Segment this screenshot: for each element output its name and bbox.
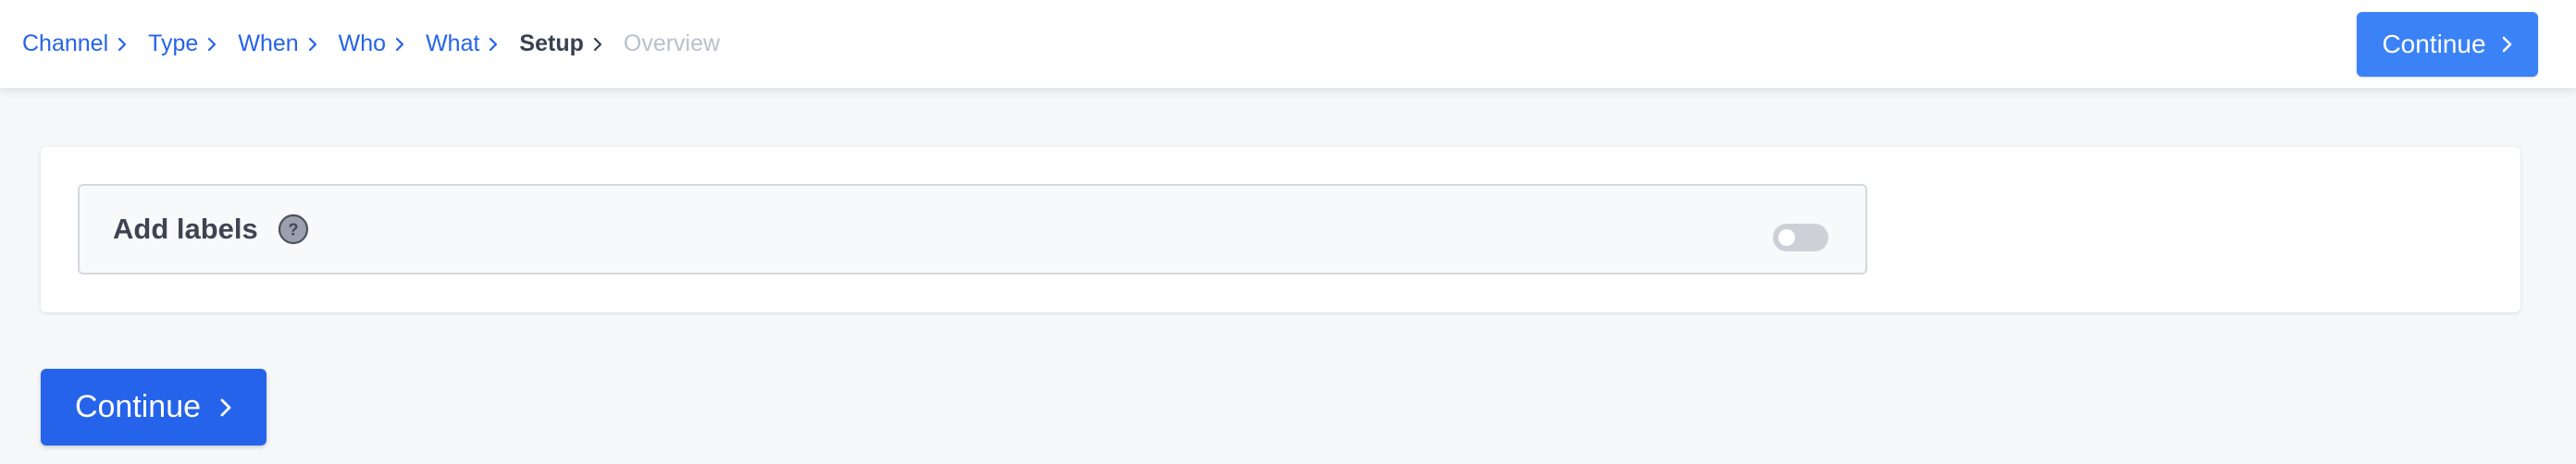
chevron-right-icon [592, 37, 603, 52]
chevron-right-icon [307, 37, 318, 52]
breadcrumb-item-channel[interactable]: Channel [22, 31, 128, 57]
breadcrumb-item-when[interactable]: When [238, 31, 317, 57]
button-label: Continue [2382, 30, 2486, 58]
continue-button[interactable]: Continue [41, 369, 266, 446]
breadcrumb-label: Overview [623, 31, 721, 56]
chevron-right-icon [2501, 36, 2513, 53]
breadcrumb-label: Type [148, 31, 199, 56]
chevron-right-icon [117, 37, 128, 52]
breadcrumb-item-setup: Setup [519, 31, 602, 57]
svg-text:?: ? [288, 221, 298, 239]
breadcrumb: Channel Type When Who What Setup Overvie… [22, 31, 740, 57]
breadcrumb-label: Setup [519, 31, 584, 56]
breadcrumb-label: Who [338, 31, 387, 56]
add-labels-setting: Add labels ? [78, 184, 1867, 275]
breadcrumb-label: Channel [22, 31, 109, 56]
toggle-knob [1778, 229, 1795, 246]
button-label: Continue [74, 389, 202, 424]
add-labels-toggle[interactable] [1773, 224, 1828, 251]
settings-card: Add labels ? [41, 147, 2520, 312]
chevron-right-icon [206, 37, 217, 52]
top-bar: Channel Type When Who What Setup Overvie… [0, 0, 2576, 88]
breadcrumb-label: When [238, 31, 299, 56]
chevron-right-icon [488, 37, 499, 52]
header-continue-button[interactable]: Continue [2357, 12, 2538, 77]
breadcrumb-item-what[interactable]: What [426, 31, 499, 57]
breadcrumb-item-who[interactable]: Who [339, 31, 405, 57]
question-circle-icon[interactable]: ? [277, 213, 310, 246]
breadcrumb-item-overview: Overview [624, 31, 720, 57]
breadcrumb-label: What [426, 31, 480, 56]
setting-label: Add labels [113, 213, 258, 245]
chevron-right-icon [394, 37, 405, 52]
chevron-right-icon [219, 398, 232, 417]
breadcrumb-item-type[interactable]: Type [148, 31, 217, 57]
